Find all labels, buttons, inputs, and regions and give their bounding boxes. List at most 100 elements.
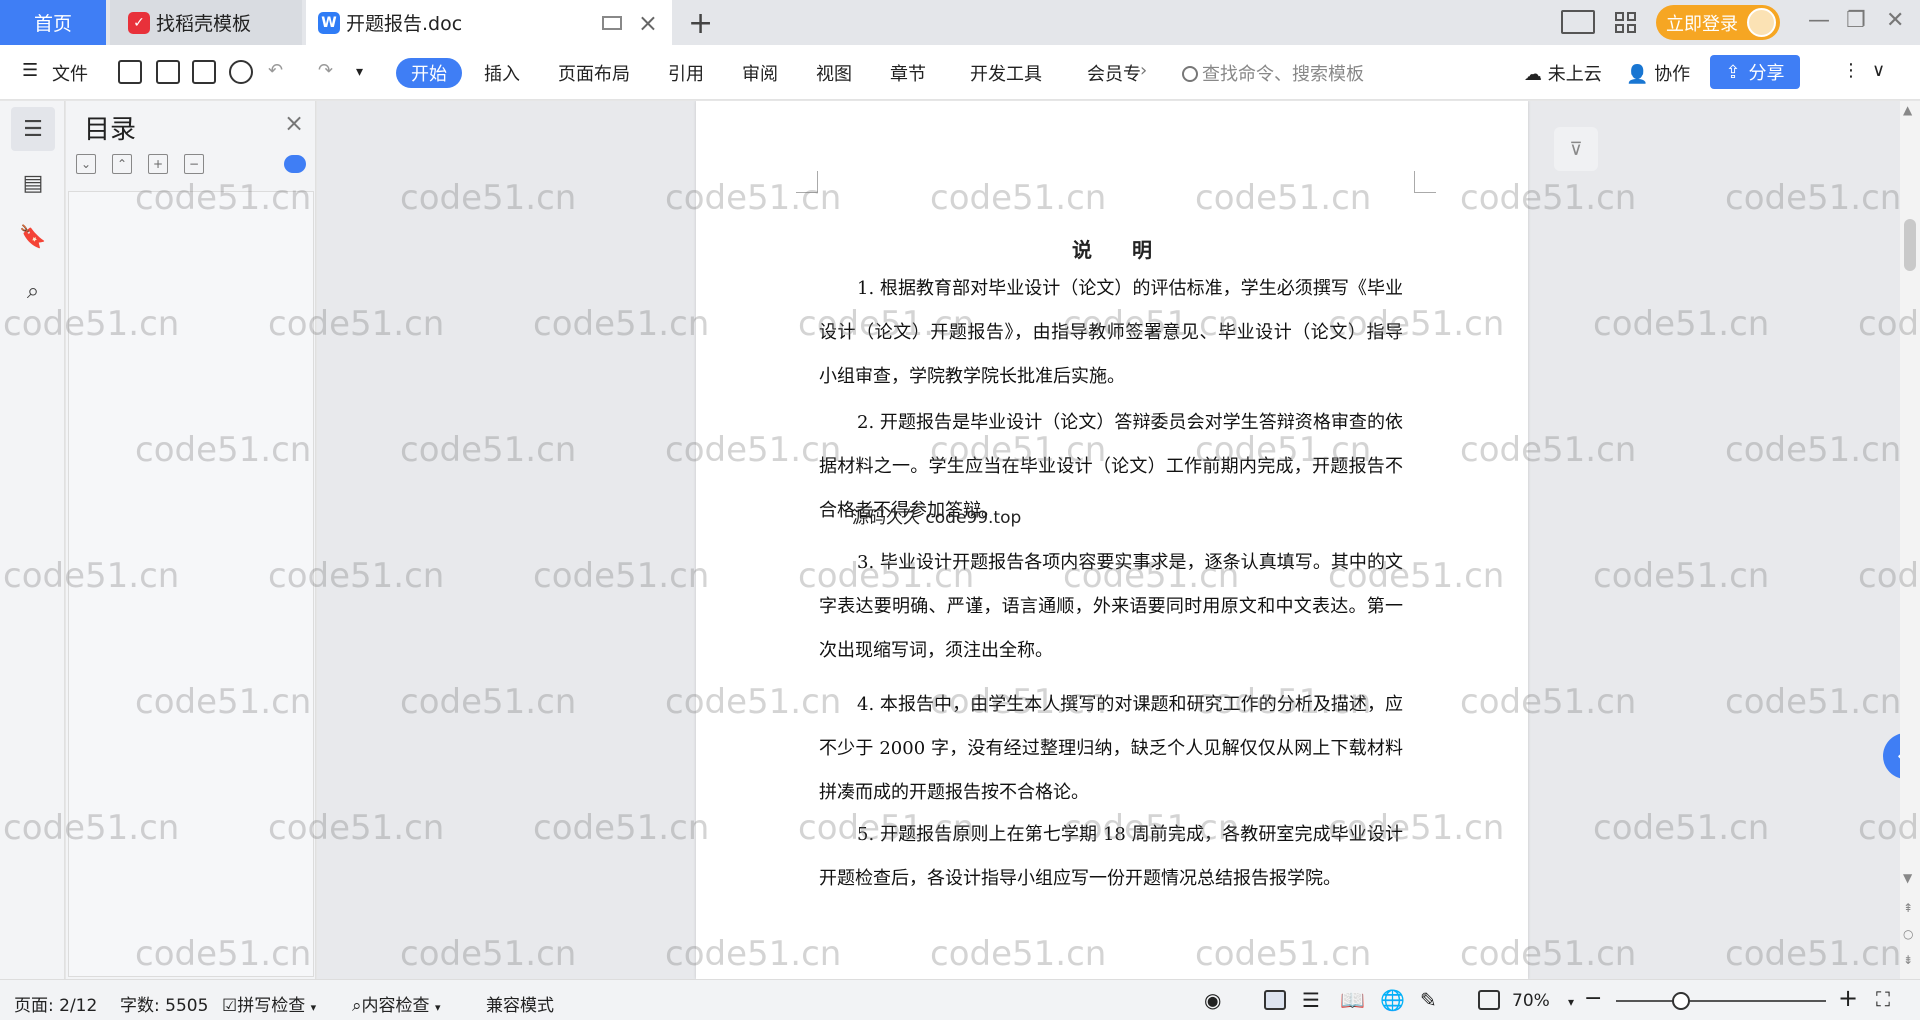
export-pdf-icon[interactable] [156, 60, 180, 84]
add-heading-icon[interactable]: + [148, 154, 168, 174]
word-count[interactable]: 字数: 5505 [120, 991, 208, 1016]
quick-access-dropdown-icon[interactable]: ▾ [356, 64, 363, 80]
file-menu[interactable]: 文件 [52, 60, 88, 86]
undo-icon[interactable]: ↶ [268, 60, 283, 81]
select-browse-object-icon[interactable]: ○ [1903, 927, 1913, 941]
content-check-button[interactable]: ⌕内容检查 ▾ [352, 991, 440, 1016]
tab-review[interactable]: 审阅 [742, 60, 778, 86]
paragraph: 1. 根据教育部对毕业设计（论文）的评估标准，学生必须撰写《毕业设计（论文）开题… [819, 278, 1403, 387]
more-tabs-icon[interactable]: › [1140, 60, 1147, 81]
tab-insert[interactable]: 插入 [484, 60, 520, 86]
print-preview-icon[interactable] [229, 60, 253, 84]
overlay-watermark-text: 源码久久 code99.top [852, 508, 1022, 528]
paragraph: 4. 本报告中，由学生本人撰写的对课题和研究工作的分析及描述，应不少于 2000… [819, 694, 1403, 803]
layout-switch-icon[interactable] [1561, 10, 1595, 34]
window-preview-icon[interactable] [601, 15, 622, 30]
daoke-logo-icon: ✓ [128, 11, 150, 34]
spell-check-button[interactable]: ☑拼写检查 ▾ [222, 991, 316, 1016]
close-window-icon[interactable]: ✕ [1886, 8, 1904, 33]
margin-mark [796, 171, 818, 193]
outline-view-icon[interactable]: ☰ [1302, 988, 1320, 1012]
collaborate-label: 协作 [1654, 64, 1691, 85]
login-button[interactable]: 立即登录 [1656, 5, 1780, 40]
tab-home[interactable]: 首页 [0, 0, 106, 45]
next-page-icon[interactable]: ⇟ [1903, 953, 1913, 967]
command-search-placeholder: 查找命令、搜索模板 [1202, 64, 1364, 85]
login-label: 立即登录 [1666, 13, 1738, 35]
tab-references[interactable]: 引用 [668, 60, 704, 86]
tab-template-label: 找稻壳模板 [156, 13, 252, 35]
ai-assistant-icon[interactable] [284, 155, 306, 173]
cloud-icon: ☁ [1524, 64, 1542, 85]
zoom-level[interactable]: 70% [1512, 991, 1550, 1011]
filter-icon[interactable]: ⊽ [1554, 127, 1598, 171]
status-bar: 页面: 2/12 字数: 5505 ☑拼写检查 ▾ ⌕内容检查 ▾ 兼容模式 ◉… [0, 979, 1920, 1020]
new-tab-button[interactable]: + [688, 6, 713, 41]
compatibility-mode: 兼容模式 [486, 996, 554, 1016]
side-panel-toggle-icon[interactable]: ‹ [1883, 733, 1900, 779]
toc-panel: 目录 × ⌄ ⌃ + − [66, 101, 316, 979]
zoom-in-icon[interactable]: + [1838, 984, 1858, 1012]
toc-title: 目录 [84, 115, 137, 145]
command-search[interactable]: 查找命令、搜索模板 [1182, 60, 1364, 86]
chapter-nav-icon[interactable]: ▤ [11, 161, 55, 205]
outline-icon[interactable]: ☰ [11, 107, 55, 151]
inspect-icon: ⌕ [352, 996, 362, 1016]
tab-view[interactable]: 视图 [816, 60, 852, 86]
menu-icon[interactable]: ☰ [22, 60, 38, 81]
save-icon[interactable] [118, 60, 142, 84]
zoom-slider[interactable] [1616, 1000, 1826, 1002]
spell-check-label: 拼写检查 [237, 996, 306, 1016]
scrollbar-thumb[interactable] [1904, 219, 1916, 271]
scroll-up-icon[interactable]: ▲ [1903, 103, 1912, 117]
remove-heading-icon[interactable]: − [184, 154, 204, 174]
vertical-scrollbar[interactable]: ▲ ▼ ⇞ ○ ⇟ [1900, 101, 1920, 979]
tab-template-store[interactable]: ✓ 找稻壳模板 [110, 0, 302, 45]
expand-all-icon[interactable]: ⌄ [76, 154, 96, 174]
checkbox-icon: ☑ [222, 996, 238, 1016]
share-label: 分享 [1748, 63, 1785, 84]
document-page[interactable]: 说明 1. 根据教育部对毕业设计（论文）的评估标准，学生必须撰写《毕业设计（论文… [696, 101, 1528, 979]
paragraph: 5. 开题报告原则上在第七学期 18 周前完成，各教研室完成毕业设计开题检查后，… [819, 824, 1403, 889]
eye-protection-icon[interactable]: ◉ [1204, 988, 1221, 1012]
share-button[interactable]: ⇪ 分享 [1710, 55, 1800, 89]
tab-start[interactable]: 开始 [396, 58, 462, 88]
zoom-dropdown-icon[interactable]: ▾ [1568, 995, 1574, 1009]
more-options-icon[interactable]: ⋮ [1842, 60, 1860, 81]
page-indicator[interactable]: 页面: 2/12 [14, 991, 97, 1016]
toc-close-icon[interactable]: × [284, 109, 304, 137]
read-mode-icon[interactable]: 📖 [1340, 988, 1365, 1012]
tab-page-layout[interactable]: 页面布局 [558, 60, 630, 86]
collapse-ribbon-icon[interactable]: ∨ [1872, 60, 1885, 81]
tab-document-label: 开题报告.doc [346, 13, 463, 35]
page-view-icon[interactable] [1264, 990, 1286, 1010]
print-icon[interactable] [192, 60, 216, 84]
share-icon: ⇪ [1725, 61, 1741, 83]
collaborate-button[interactable]: 👤 协作 [1626, 60, 1690, 86]
collapse-all-icon[interactable]: ⌃ [112, 154, 132, 174]
minimize-icon[interactable]: — [1808, 8, 1830, 33]
cloud-status[interactable]: ☁ 未上云 [1524, 60, 1602, 86]
redo-icon[interactable]: ↷ [318, 60, 333, 81]
write-mode-icon[interactable]: ✎ [1420, 988, 1437, 1012]
cloud-status-label: 未上云 [1547, 64, 1602, 85]
apps-grid-icon[interactable] [1613, 10, 1647, 34]
maximize-icon[interactable]: ❐ [1846, 8, 1866, 33]
tab-chapter[interactable]: 章节 [890, 60, 926, 86]
content-check-label: 内容检查 [361, 996, 430, 1016]
close-tab-icon[interactable]: × [638, 9, 658, 37]
search-icon [1182, 66, 1198, 82]
zoom-out-icon[interactable]: − [1584, 986, 1602, 1011]
fit-page-icon[interactable] [1478, 990, 1500, 1010]
paragraph: 3. 毕业设计开题报告各项内容要实事求是，逐条认真填写。其中的文字表达要明确、严… [819, 552, 1403, 661]
prev-page-icon[interactable]: ⇞ [1903, 901, 1913, 915]
web-view-icon[interactable]: 🌐 [1380, 988, 1405, 1012]
find-icon[interactable]: ⌕ [11, 269, 55, 313]
tab-developer[interactable]: 开发工具 [970, 60, 1042, 86]
bookmark-icon[interactable]: 🔖 [11, 215, 55, 259]
tab-document[interactable]: W 开题报告.doc × [306, 0, 672, 45]
fullscreen-icon[interactable]: ⛶ [1876, 987, 1890, 1011]
zoom-slider-thumb[interactable] [1672, 992, 1690, 1010]
scroll-down-icon[interactable]: ▼ [1903, 871, 1912, 885]
ribbon-toolbar: ☰ 文件 ↶ ↷ ▾ 开始 插入 页面布局 引用 审阅 视图 章节 开发工具 会… [0, 45, 1920, 100]
